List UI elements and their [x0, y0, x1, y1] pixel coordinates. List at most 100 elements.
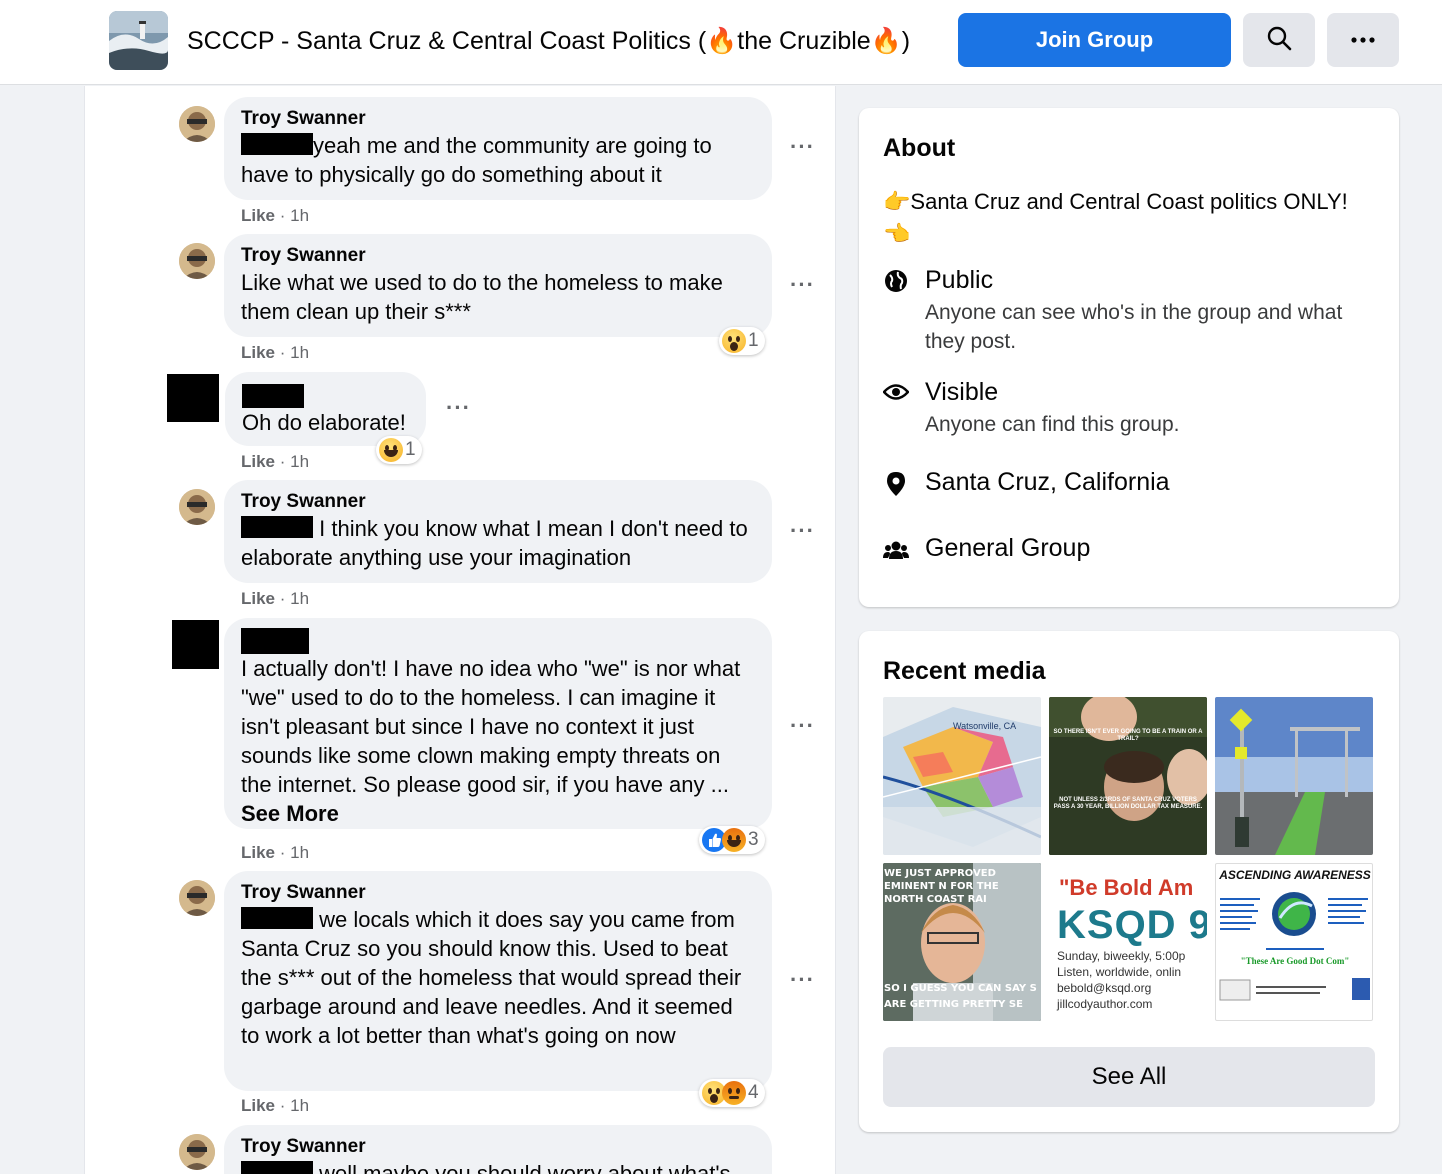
redacted-author	[242, 384, 304, 408]
reaction-count: 1	[405, 439, 416, 460]
comment-time[interactable]: · 1h	[280, 343, 309, 362]
see-all-media-button[interactable]: See All	[883, 1047, 1375, 1107]
redacted-mention	[241, 907, 313, 929]
comment-author[interactable]: Troy Swanner	[241, 881, 754, 905]
comment-meta: Like · 1h	[241, 452, 309, 472]
like-link[interactable]: Like	[241, 452, 275, 471]
recent-media-heading: Recent media	[883, 657, 1046, 685]
commenter-avatar[interactable]	[179, 106, 215, 142]
commenter-avatar[interactable]	[179, 489, 215, 525]
reaction-summary[interactable]: 3	[699, 826, 765, 854]
comment-time[interactable]: · 1h	[280, 206, 309, 225]
media-thumbnail-meme-rail[interactable]: WE JUST APPROVED EMINENT N FOR THE NORTH…	[883, 863, 1041, 1021]
meme-caption-top: SO THERE ISN'T EVER GOING TO BE A TRAIN …	[1053, 729, 1203, 742]
ksqd-email: bebold@ksqd.org	[1057, 981, 1152, 995]
comment-bubble: Troy Swanner well maybe you should worry…	[224, 1125, 772, 1174]
angry-reaction-icon	[722, 1081, 746, 1105]
see-more-link[interactable]: See More	[241, 799, 754, 828]
comment-author[interactable]: Troy Swanner	[241, 244, 754, 268]
comment-options-button[interactable]: ···	[790, 713, 815, 739]
commenter-avatar[interactable]	[179, 1134, 215, 1170]
flyer-link-text: "These Are Good Dot Com"	[1240, 956, 1350, 966]
meme-caption-bottom: SO I GUESS YOU CAN SAY S ARE GETTING PRE…	[884, 983, 1037, 1010]
ksqd-logo-text: KSQD 9	[1057, 903, 1207, 947]
comment-bubble: Troy Swanner Like what we used to do to …	[224, 234, 772, 337]
comment-time[interactable]: · 1h	[280, 452, 309, 471]
comment-text: I actually don't! I have no idea who "we…	[241, 656, 741, 797]
commenter-avatar[interactable]	[179, 880, 215, 916]
comment-time[interactable]: · 1h	[280, 843, 309, 862]
comment-meta: Like · 1h	[241, 206, 309, 226]
media-thumbnail-meme[interactable]: SO THERE ISN'T EVER GOING TO BE A TRAIN …	[1049, 697, 1207, 855]
privacy-title: Public	[925, 266, 994, 294]
media-thumbnail-ksqd[interactable]: "Be Bold Am KSQD 9 Sunday, biweekly, 5:0…	[1049, 863, 1207, 1021]
redacted-author	[241, 628, 309, 654]
comment-text: we locals which it does say you came fro…	[241, 907, 742, 1048]
ksqd-listen: Listen, worldwide, onlin	[1057, 965, 1182, 979]
comment-options-button[interactable]: ···	[446, 395, 471, 421]
like-link[interactable]: Like	[241, 1096, 275, 1115]
commenter-avatar[interactable]	[179, 243, 215, 279]
comment-author[interactable]: Troy Swanner	[241, 1135, 754, 1159]
join-group-button[interactable]: Join Group	[958, 13, 1231, 67]
comment-meta: Like · 1h	[241, 589, 309, 609]
comment-text: Oh do elaborate!	[242, 410, 406, 435]
reaction-count: 4	[748, 1082, 759, 1103]
media-thumbnail-crosswalk[interactable]	[1215, 697, 1373, 855]
group-location[interactable]: Santa Cruz, California	[925, 468, 1170, 497]
reaction-count: 3	[748, 829, 759, 850]
wow-reaction-icon	[722, 329, 746, 353]
comment-text: Like what we used to do to the homeless …	[241, 270, 723, 324]
pointing-left-icon: 👈	[883, 221, 911, 246]
group-type: General Group	[925, 534, 1091, 562]
people-icon	[883, 537, 909, 563]
group-cover-thumbnail[interactable]	[109, 11, 168, 70]
comment-meta: Like · 1h	[241, 843, 309, 863]
media-thumbnail-map[interactable]: Watsonville, CA	[883, 697, 1041, 855]
comments-thread: Troy Swanner yeah me and the community a…	[84, 86, 836, 1174]
meme-caption-bottom: NOT UNLESS 2/3RDS OF SANTA CRUZ VOTERS P…	[1053, 797, 1203, 810]
comment-time[interactable]: · 1h	[280, 589, 309, 608]
redacted-avatar	[167, 374, 219, 422]
comment-options-button[interactable]: ···	[790, 134, 815, 160]
comment-bubble: Troy Swanner we locals which it does say…	[224, 871, 772, 1091]
comment-options-button[interactable]: ···	[790, 272, 815, 298]
comment-text: well maybe you should worry about what's	[319, 1161, 731, 1174]
privacy-description: Anyone can see who's in the group and wh…	[925, 301, 1343, 353]
comment-author[interactable]: Troy Swanner	[241, 490, 754, 514]
comment-meta: Like · 1h	[241, 1096, 309, 1116]
comment-bubble: Troy Swanner yeah me and the community a…	[224, 97, 772, 200]
visibility-title: Visible	[925, 378, 999, 406]
comment-time[interactable]: · 1h	[280, 1096, 309, 1115]
map-label: Watsonville, CA	[953, 721, 1017, 731]
comment-text: I think you know what I mean I don't nee…	[241, 516, 748, 570]
globe-icon	[883, 268, 909, 294]
comment-author[interactable]: Troy Swanner	[241, 107, 754, 131]
haha-reaction-icon	[379, 438, 403, 462]
ksqd-headline: "Be Bold Am	[1059, 875, 1194, 900]
more-options-button[interactable]	[1327, 13, 1399, 67]
group-title[interactable]: SCCCP - Santa Cruz & Central Coast Polit…	[187, 24, 910, 58]
recent-media-card: Recent media Watsonville, CA SO THERE IS…	[859, 631, 1399, 1132]
comment-options-button[interactable]: ···	[790, 967, 815, 993]
like-link[interactable]: Like	[241, 589, 275, 608]
reaction-count: 1	[748, 330, 759, 351]
media-thumbnail-ascending-awareness[interactable]: ASCENDING AWARENESS "These Are Good Dot …	[1215, 863, 1373, 1021]
about-card: About 👉Santa Cruz and Central Coast poli…	[859, 108, 1399, 607]
comment-options-button[interactable]: ···	[790, 518, 815, 544]
location-pin-icon	[883, 471, 909, 497]
like-link[interactable]: Like	[241, 843, 275, 862]
reaction-summary[interactable]: 1	[719, 327, 765, 355]
reaction-summary[interactable]: 4	[699, 1079, 765, 1107]
redacted-mention	[241, 516, 313, 538]
like-link[interactable]: Like	[241, 343, 275, 362]
about-heading: About	[883, 134, 956, 162]
search-button[interactable]	[1243, 13, 1315, 67]
more-icon	[1350, 31, 1376, 49]
reaction-summary[interactable]: 1	[376, 436, 422, 464]
like-link[interactable]: Like	[241, 206, 275, 225]
comment-bubble: Troy Swanner I think you know what I mea…	[224, 480, 772, 583]
search-icon	[1266, 25, 1292, 56]
redacted-avatar	[172, 620, 219, 669]
pointing-right-icon: 👉	[883, 189, 911, 214]
